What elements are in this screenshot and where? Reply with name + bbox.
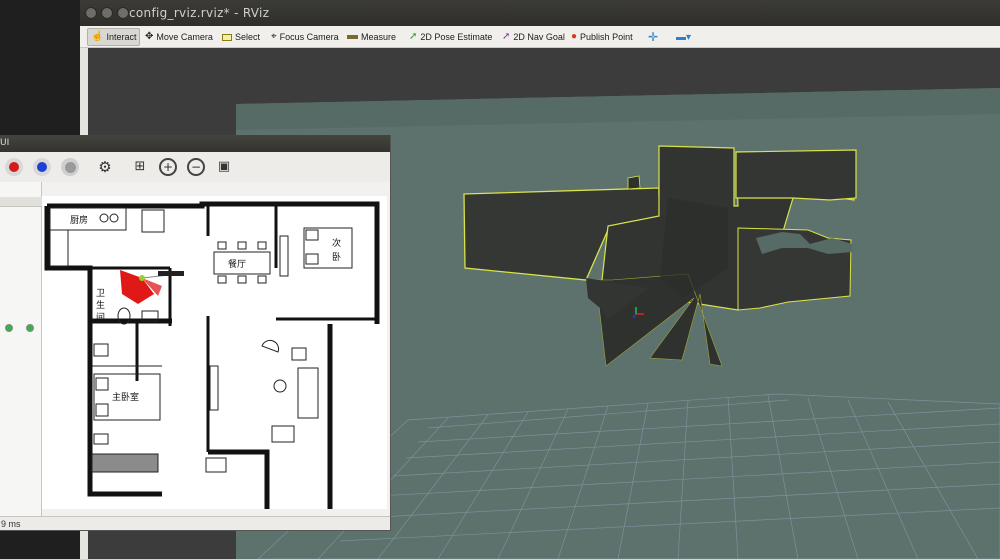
focus-camera-label: Focus Camera: [279, 32, 339, 42]
blue-dot-button[interactable]: [33, 158, 51, 176]
zoom-in-icon: +: [162, 160, 174, 174]
floorplan-canvas[interactable]: 厨房 餐厅 次 卧 卫 生 间 主卧室: [42, 196, 387, 526]
second-bedroom-label-1: 次: [332, 237, 341, 249]
map-pin-icon: ●: [571, 31, 578, 42]
fit-view-icon: ▣: [217, 159, 231, 174]
green-status-icon-2: [26, 324, 34, 332]
nav-goal-label: 2D Nav Goal: [513, 32, 565, 42]
master-bedroom-label: 主卧室: [112, 391, 139, 403]
simulator-gui-window: UI ⚙ ⊞ + − ▣ 厨房 餐厅 次 卧 卫 生 间 主卧室 9 ms: [0, 135, 391, 531]
zoom-out-button[interactable]: −: [187, 158, 205, 176]
minimize-window-button[interactable]: [101, 7, 113, 19]
balcony: [91, 453, 159, 473]
gui-sidebar: [0, 182, 42, 518]
window-title: config_rviz.rviz* - RViz: [129, 6, 270, 20]
ruler-icon: [347, 35, 358, 39]
publish-point-tool-button[interactable]: ● Publish Point: [568, 28, 636, 46]
measure-label: Measure: [361, 32, 397, 42]
map-top-notch: [627, 175, 641, 190]
settings-button[interactable]: ⚙: [96, 158, 114, 176]
fit-view-button[interactable]: ▣: [215, 158, 233, 176]
dining-label: 餐厅: [228, 258, 246, 270]
sidebar-header: [0, 197, 42, 207]
pose-estimate-tool-button[interactable]: ➚ 2D Pose Estimate: [406, 28, 495, 46]
rviz-titlebar: config_rviz.rviz* - RViz: [80, 0, 1000, 26]
bathroom-label-1: 卫: [96, 289, 105, 299]
move-camera-tool-button[interactable]: ✥ Move Camera: [142, 28, 216, 46]
bathroom-label-3: 间: [96, 311, 105, 323]
interact-label: Interact: [106, 32, 137, 42]
gui-status-bar: 9 ms: [0, 516, 390, 530]
pose-estimate-label: 2D Pose Estimate: [420, 32, 493, 42]
focus-camera-tool-button[interactable]: ⌖ Focus Camera: [268, 28, 342, 46]
move-camera-label: Move Camera: [156, 32, 213, 42]
select-box-icon: [222, 33, 232, 41]
status-text: 9 ms: [1, 519, 21, 529]
bathroom-label-2: 生: [96, 299, 105, 311]
kitchen-fixtures: [49, 207, 165, 267]
add-tool-button[interactable]: ✛: [645, 28, 661, 46]
select-tool-button[interactable]: Select: [219, 28, 263, 46]
rviz-toolbar: ☝ Interact ✥ Move Camera Select ⌖ Focus …: [80, 26, 1000, 48]
crosshair-icon: ⌖: [271, 31, 277, 42]
zoom-out-icon: −: [190, 160, 202, 174]
select-label: Select: [235, 32, 261, 42]
red-dot-icon: [9, 162, 19, 172]
kitchen-label: 厨房: [70, 214, 88, 226]
gui-titlebar: UI: [0, 135, 390, 152]
gray-dot-button[interactable]: [61, 158, 79, 176]
gui-window-title: UI: [0, 138, 10, 148]
publish-point-label: Publish Point: [580, 32, 633, 42]
second-bedroom-bed: [279, 227, 353, 277]
purple-arrow-icon: ➚: [502, 31, 511, 42]
minus-dropdown-icon: ▬▾: [676, 31, 692, 43]
zoom-in-button[interactable]: +: [159, 158, 177, 176]
gear-icon: ⚙: [98, 158, 112, 176]
plus-icon: ✛: [648, 30, 659, 44]
floorplan: 厨房 餐厅 次 卧 卫 生 间 主卧室: [44, 201, 380, 526]
measure-tool-button[interactable]: Measure: [344, 28, 399, 46]
map-east-room: [735, 149, 857, 201]
interact-tool-button[interactable]: ☝ Interact: [87, 28, 141, 46]
laser-scan: [120, 270, 184, 304]
remove-tool-button[interactable]: ▬▾: [673, 28, 694, 46]
grid-view-button[interactable]: ⊞: [131, 158, 149, 176]
green-arrow-icon: ➚: [409, 31, 418, 42]
gray-dot-icon: [64, 161, 76, 173]
hand-icon: ☝: [91, 31, 104, 42]
green-status-icon: [5, 324, 13, 332]
maximize-window-button[interactable]: [117, 7, 129, 19]
close-window-button[interactable]: [85, 7, 97, 19]
move-camera-icon: ✥: [145, 31, 154, 42]
second-bedroom-label-2: 卧: [332, 251, 341, 263]
nav-goal-tool-button[interactable]: ➚ 2D Nav Goal: [499, 28, 568, 46]
gui-toolbar: ⚙ ⊞ + − ▣: [0, 152, 390, 182]
blue-dot-icon: [37, 162, 47, 172]
grid-icon: ⊞: [134, 159, 146, 174]
record-button[interactable]: [5, 158, 23, 176]
